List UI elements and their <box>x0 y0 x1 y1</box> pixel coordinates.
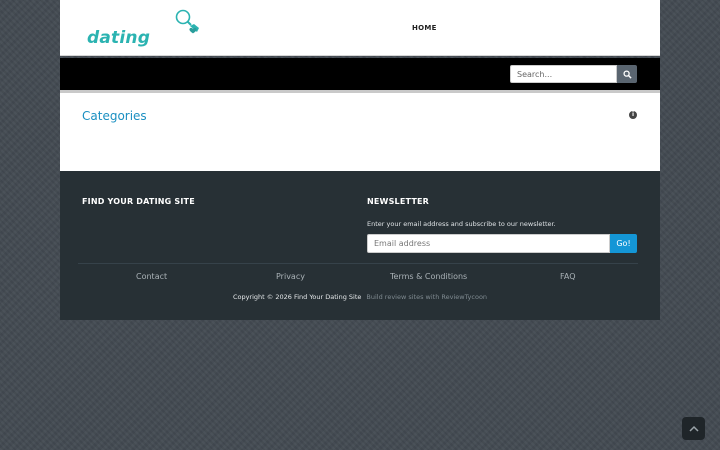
copyright-line: Copyright © 2026 Find Your Dating Site Bu… <box>60 293 660 301</box>
footer-divider <box>78 263 638 264</box>
newsletter-heading: NEWSLETTER <box>367 197 430 206</box>
site-footer: FIND YOUR DATING SITE NEWSLETTER Enter y… <box>60 171 660 320</box>
site-header: dating HOME <box>60 0 660 56</box>
footer-link-faq[interactable]: FAQ <box>560 272 576 281</box>
newsletter-email-input[interactable] <box>367 234 610 253</box>
footer-link-terms[interactable]: Terms & Conditions <box>390 272 467 281</box>
search-input[interactable] <box>510 65 617 83</box>
search-bar <box>60 58 660 90</box>
credit-link[interactable]: Build review sites with ReviewTycoon <box>366 293 487 301</box>
site-logo[interactable]: dating <box>82 8 202 52</box>
footer-link-contact[interactable]: Contact <box>136 272 167 281</box>
search-button[interactable] <box>617 65 637 83</box>
magnifier-heart-icon <box>175 9 199 34</box>
nav-home-link[interactable]: HOME <box>412 24 437 32</box>
search-icon <box>622 69 632 79</box>
copyright-text: Copyright © 2026 Find Your Dating Site <box>232 293 362 301</box>
logo-text: dating <box>87 28 151 48</box>
info-icon[interactable]: i <box>629 111 637 119</box>
newsletter-description: Enter your email address and subscribe t… <box>367 220 556 228</box>
categories-title: Categories <box>82 109 147 123</box>
footer-site-heading: FIND YOUR DATING SITE <box>82 197 195 206</box>
page-container: dating HOME Categories i FIND YOUR DATIN… <box>60 0 660 320</box>
footer-link-privacy[interactable]: Privacy <box>276 272 305 281</box>
scroll-to-top-button[interactable] <box>682 417 705 440</box>
chevron-up-icon <box>688 425 699 432</box>
newsletter-go-button[interactable]: Go! <box>610 234 637 253</box>
categories-panel: Categories i <box>60 93 660 171</box>
